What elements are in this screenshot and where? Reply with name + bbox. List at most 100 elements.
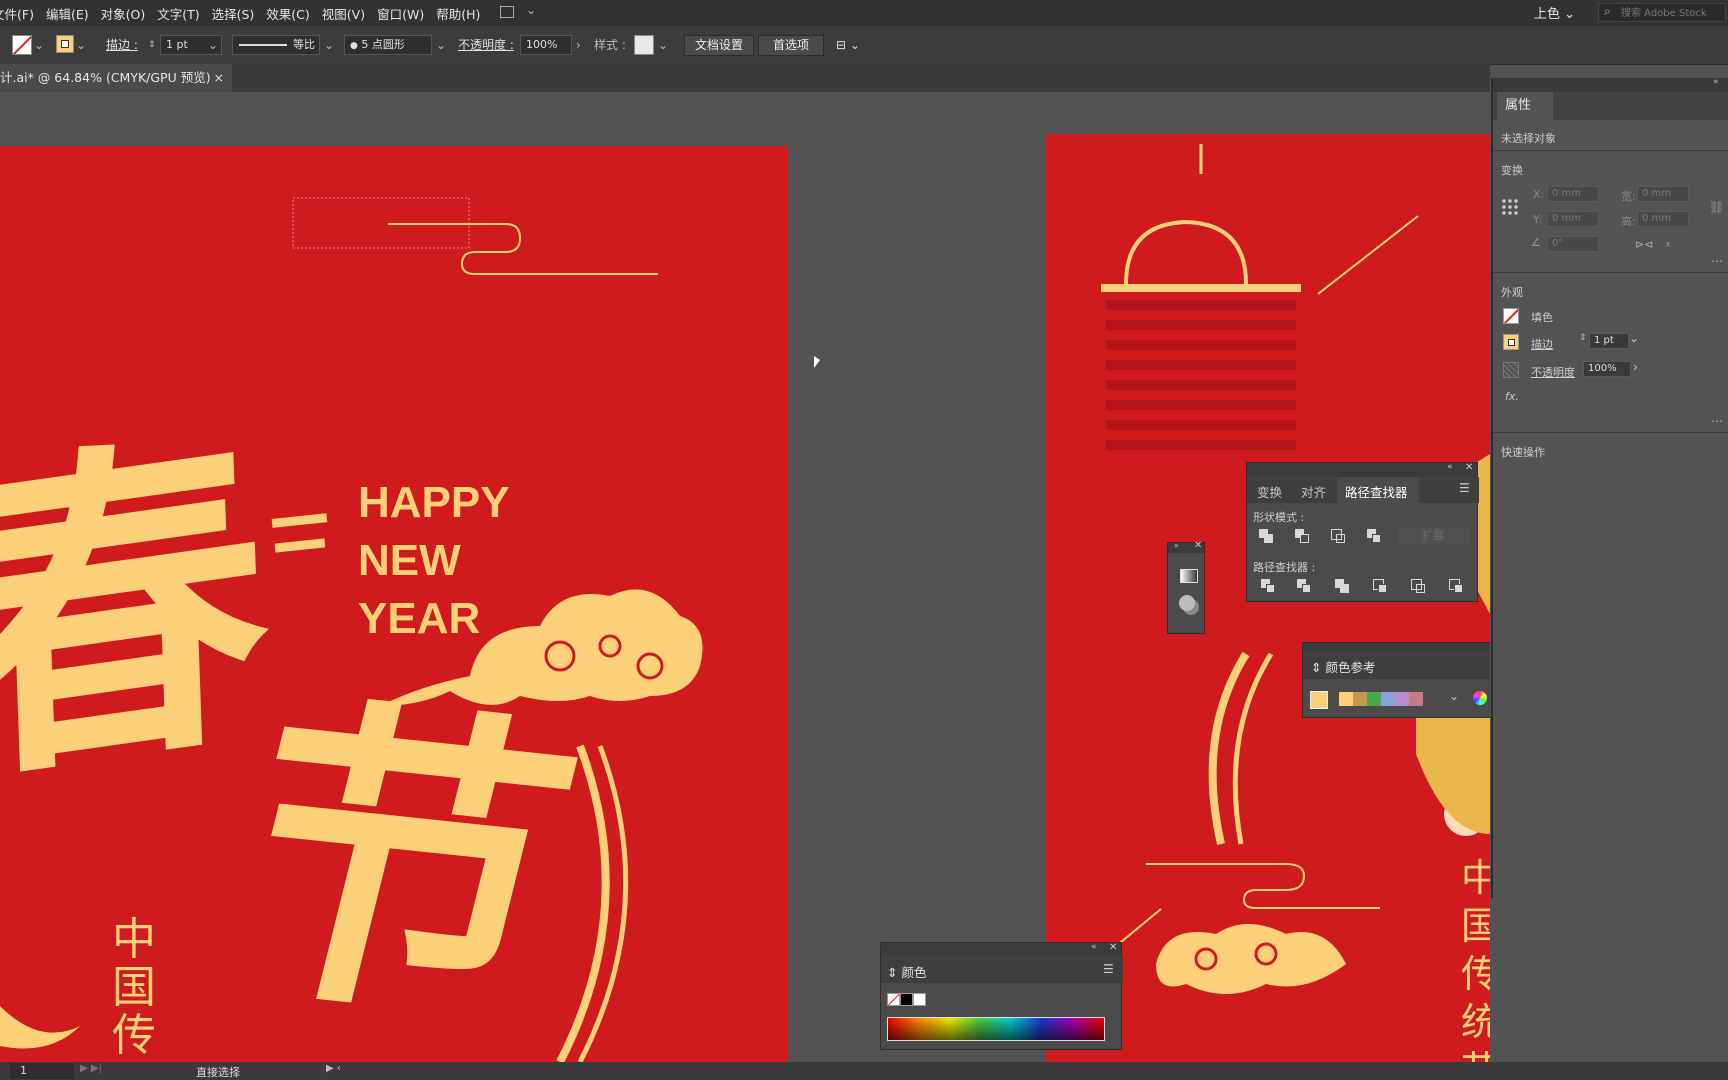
- chevron-down-icon[interactable]: ⌄: [1629, 331, 1639, 345]
- arrange-icon[interactable]: ⊟ ⌄: [836, 35, 860, 55]
- menu-icon[interactable]: ☰: [1459, 481, 1470, 495]
- fill-swatch[interactable]: [12, 35, 32, 55]
- color-wheel-icon[interactable]: [1473, 691, 1487, 705]
- color-spectrum[interactable]: [887, 1017, 1105, 1041]
- more-options-icon[interactable]: ⋯: [1711, 254, 1723, 268]
- flip-horizontal-icon[interactable]: ⊳⊲: [1635, 238, 1653, 251]
- chevron-down-icon[interactable]: ⌄: [436, 35, 446, 55]
- harmony-swatches[interactable]: [1339, 692, 1423, 706]
- chevron-down-icon[interactable]: ⌄: [526, 3, 536, 17]
- tab-align[interactable]: 对齐: [1301, 482, 1326, 501]
- collapse-icon[interactable]: «: [1713, 77, 1719, 87]
- stepper-icon[interactable]: ⇕: [148, 35, 156, 55]
- menu-window[interactable]: 窗口(W): [371, 4, 430, 23]
- menu-object[interactable]: 对象(O): [95, 4, 152, 23]
- minus-front-icon[interactable]: [1295, 529, 1309, 543]
- reference-point-icon[interactable]: [1501, 198, 1519, 216]
- artboard-number: 1: [20, 1064, 27, 1077]
- base-color-swatch[interactable]: [1310, 691, 1328, 709]
- crop-icon[interactable]: [1373, 579, 1387, 593]
- close-icon[interactable]: ×: [214, 64, 224, 92]
- stroke-label: 描边: [1531, 338, 1553, 351]
- stroke-weight-input[interactable]: 1 pt: [1589, 333, 1629, 349]
- close-icon[interactable]: ✕: [1109, 942, 1117, 953]
- chevron-down-icon[interactable]: ⌄: [658, 35, 668, 55]
- gradient-icon[interactable]: [1180, 569, 1198, 583]
- collapse-icon[interactable]: «: [1091, 942, 1097, 952]
- h-input[interactable]: 0 mm: [1637, 211, 1689, 227]
- chevron-down-icon[interactable]: ⌄: [34, 35, 44, 55]
- collapse-icon[interactable]: «: [1447, 462, 1453, 472]
- calligraphy-chun: 春: [0, 393, 276, 829]
- tab-properties[interactable]: 属性: [1497, 92, 1553, 120]
- fill-swatch[interactable]: [1503, 308, 1519, 324]
- brush-definition[interactable]: ● 5 点圆形: [344, 35, 432, 55]
- close-icon[interactable]: ✕: [1465, 462, 1473, 473]
- opacity-label: 不透明度: [1531, 366, 1575, 379]
- divide-icon[interactable]: [1261, 579, 1275, 593]
- opacity-input[interactable]: 100%: [520, 35, 572, 55]
- stroke-swatch[interactable]: [56, 35, 74, 53]
- menu-file[interactable]: 文件(F): [0, 4, 40, 23]
- white-swatch[interactable]: [913, 993, 926, 1006]
- status-menu-icon[interactable]: ▶ ‹: [326, 1063, 341, 1074]
- fx-button[interactable]: fx.: [1505, 390, 1519, 403]
- stepper-icon[interactable]: ⇕: [1579, 333, 1587, 343]
- chevron-right-icon[interactable]: ›: [1633, 360, 1638, 374]
- stroke-label: 描边 :: [106, 38, 138, 52]
- graphic-style-swatch[interactable]: [634, 35, 654, 55]
- expand-button[interactable]: 扩展: [1397, 527, 1469, 545]
- collapse-icon[interactable]: »: [1174, 541, 1179, 550]
- preferences-button[interactable]: 首选项: [758, 35, 824, 56]
- y-input[interactable]: 0 mm: [1547, 211, 1599, 227]
- variable-width-profile[interactable]: 等比: [232, 35, 320, 55]
- menu-icon[interactable]: ☰: [1103, 962, 1114, 976]
- menu-select[interactable]: 选择(S): [206, 4, 261, 23]
- canvas[interactable]: 春 节 HAPPY NEW YEAR 中国传 中国传统 » ✕ « ✕ 变换 对…: [0, 92, 1490, 1062]
- artboard-left[interactable]: 春 节 HAPPY NEW YEAR 中国传: [0, 146, 788, 1062]
- outline-icon[interactable]: [1411, 579, 1425, 593]
- stock-search-input[interactable]: 搜索 Adobe Stock: [1598, 3, 1726, 22]
- nav-arrows-icon[interactable]: ▶ ▶|: [80, 1063, 102, 1074]
- merge-icon[interactable]: [1335, 579, 1349, 593]
- h-label: 高:: [1621, 215, 1636, 228]
- workspace-label: 上色: [1534, 7, 1561, 22]
- chevron-down-icon[interactable]: ⌄: [1449, 689, 1459, 703]
- color-panel-title: ⇕ 颜色: [887, 965, 927, 980]
- transparency-icon[interactable]: [1179, 595, 1195, 611]
- minus-back-icon[interactable]: [1449, 579, 1463, 593]
- divider: [1493, 432, 1728, 433]
- intersect-icon[interactable]: [1331, 529, 1345, 543]
- more-options-icon[interactable]: ⋯: [1711, 414, 1723, 428]
- arrange-documents-icon[interactable]: [500, 6, 514, 18]
- menu-view[interactable]: 视图(V): [316, 4, 371, 23]
- menu-help[interactable]: 帮助(H): [430, 4, 486, 23]
- pathfinders-label: 路径查找器 :: [1253, 561, 1316, 574]
- flip-vertical-icon[interactable]: ⩡: [1665, 238, 1671, 252]
- black-swatch[interactable]: [900, 993, 913, 1006]
- link-icon[interactable]: ⛓: [1709, 200, 1724, 214]
- chevron-right-icon[interactable]: ›: [576, 35, 581, 55]
- x-input[interactable]: 0 mm: [1547, 186, 1599, 202]
- exclude-icon[interactable]: [1367, 529, 1381, 543]
- menu-effect[interactable]: 效果(C): [260, 4, 315, 23]
- close-icon[interactable]: ✕: [1194, 540, 1202, 551]
- artboard-navigator[interactable]: 1: [10, 1063, 74, 1079]
- pathfinder-panel: « ✕ 变换 对齐 路径查找器 ☰ 形状模式 : 扩展 路径查找器 :: [1246, 462, 1479, 602]
- document-setup-button[interactable]: 文档设置: [684, 35, 754, 56]
- menu-type[interactable]: 文字(T): [151, 4, 205, 23]
- chevron-down-icon[interactable]: ⌄: [208, 35, 218, 55]
- w-input[interactable]: 0 mm: [1637, 186, 1689, 202]
- workspace-switcher[interactable]: 上色 ⌄: [1534, 3, 1575, 22]
- document-tab[interactable]: 计.ai* @ 64.84% (CMYK/GPU 预览) ×: [0, 64, 232, 92]
- chevron-down-icon[interactable]: ⌄: [76, 35, 86, 55]
- opacity-input[interactable]: 100%: [1583, 361, 1631, 377]
- unite-icon[interactable]: [1259, 529, 1273, 543]
- none-swatch[interactable]: [887, 993, 900, 1006]
- chevron-down-icon[interactable]: ⌄: [324, 35, 334, 55]
- trim-icon[interactable]: [1297, 579, 1311, 593]
- menu-edit[interactable]: 编辑(E): [40, 4, 95, 23]
- stroke-swatch[interactable]: [1503, 334, 1519, 350]
- tab-transform[interactable]: 变换: [1257, 482, 1282, 501]
- angle-input[interactable]: 0°: [1547, 236, 1599, 252]
